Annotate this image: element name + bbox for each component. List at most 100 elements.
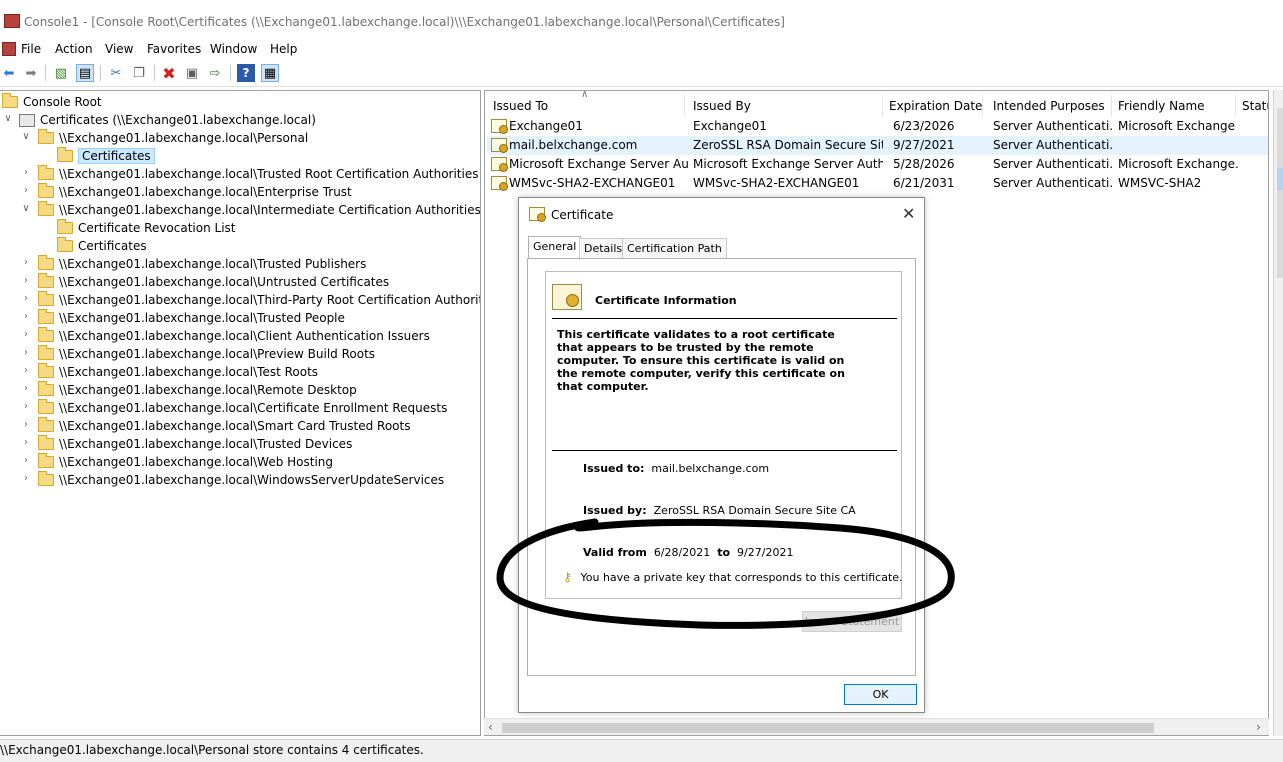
tree-store-item[interactable]: \\Exchange01.labexchange.local\Trusted D…: [38, 435, 352, 453]
tree-store-item[interactable]: \\Exchange01.labexchange.local\Personal: [38, 129, 308, 147]
cell-issued-to: mail.belxchange.com: [509, 138, 638, 152]
chevron-right-icon[interactable]: ›: [20, 383, 32, 394]
chevron-down-icon[interactable]: ∨: [20, 131, 32, 142]
tree-store-item[interactable]: \\Exchange01.labexchange.local\Intermedi…: [38, 201, 481, 219]
tree-store-item[interactable]: \\Exchange01.labexchange.local\Smart Car…: [38, 417, 410, 435]
menu-favorites[interactable]: Favorites: [147, 42, 201, 56]
chevron-right-icon[interactable]: ›: [20, 293, 32, 304]
menu-file[interactable]: File: [21, 42, 41, 56]
tree-store-item[interactable]: \\Exchange01.labexchange.local\Enterpris…: [38, 183, 352, 201]
folder-icon: [38, 453, 54, 468]
tree-certificates-node[interactable]: Certificates (\\Exchange01.labexchange.l…: [19, 111, 316, 129]
tree-subitem[interactable]: Certificates: [57, 147, 155, 165]
tree-subitem[interactable]: Certificates: [57, 237, 147, 255]
tree-label: \\Exchange01.labexchange.local\Trusted R…: [59, 167, 479, 181]
issuer-statement-button[interactable]: Issuer Statement: [802, 611, 902, 632]
cell-expiration: 9/27/2021: [893, 138, 955, 152]
table-row[interactable]: mail.belxchange.com ZeroSSL RSA Domain Se…: [487, 136, 1268, 155]
tree-store-item[interactable]: \\Exchange01.labexchange.local\Third-Par…: [38, 291, 480, 309]
folder-icon: [57, 147, 73, 162]
chevron-down-icon[interactable]: ∨: [20, 203, 32, 214]
table-row[interactable]: WMSvc-SHA2-EXCHANGE01 WMSvc-SHA2-EXCHANGE…: [487, 174, 1268, 193]
help-icon[interactable]: ?: [237, 64, 255, 82]
tab-general[interactable]: General: [528, 236, 582, 259]
column-status[interactable]: Statu: [1236, 95, 1268, 117]
back-arrow-icon[interactable]: ⬅: [0, 64, 18, 82]
copy-icon[interactable]: ❐: [130, 64, 148, 82]
chevron-right-icon[interactable]: ›: [20, 329, 32, 340]
tree-store-item[interactable]: \\Exchange01.labexchange.local\Certifica…: [38, 399, 447, 417]
export-list-icon[interactable]: ⇨: [206, 64, 224, 82]
scroll-right-icon[interactable]: ›: [1256, 720, 1261, 734]
menu-action[interactable]: Action: [55, 42, 93, 56]
column-friendly-name[interactable]: Friendly Name: [1112, 95, 1236, 117]
close-icon[interactable]: ✕: [902, 204, 915, 223]
column-expiration-date[interactable]: Expiration Date: [883, 95, 983, 117]
tree-label: Certificates: [78, 148, 155, 164]
show-hide-tree-icon[interactable]: ▤: [76, 64, 94, 82]
private-key-note: ⚷ You have a private key that correspond…: [563, 570, 903, 584]
title-bar: Console1 - [Console Root\Certificates (\…: [0, 0, 1283, 42]
tree-label: \\Exchange01.labexchange.local\Intermedi…: [59, 203, 481, 217]
valid-to-label: to: [717, 546, 731, 559]
table-row[interactable]: Microsoft Exchange Server Aut... Microsof…: [487, 155, 1268, 174]
tree-store-item[interactable]: \\Exchange01.labexchange.local\Trusted R…: [38, 165, 478, 183]
menu-help[interactable]: Help: [270, 42, 297, 56]
cell-friendly-name: WMSVC-SHA2: [1118, 176, 1202, 190]
tree-store-item[interactable]: \\Exchange01.labexchange.local\Remote De…: [38, 381, 357, 399]
horizontal-scrollbar[interactable]: ‹ ›: [484, 718, 1269, 735]
console-icon[interactable]: [2, 42, 16, 56]
folder-icon: [38, 309, 54, 324]
tree-subitem[interactable]: Certificate Revocation List: [57, 219, 236, 237]
tree-store-item[interactable]: \\Exchange01.labexchange.local\Preview B…: [38, 345, 375, 363]
tab-certification-path[interactable]: Certification Path: [622, 238, 727, 258]
key-icon: ⚷: [563, 570, 572, 584]
column-issued-to[interactable]: Issued To: [487, 95, 685, 117]
show-action-pane-icon[interactable]: ▦: [261, 64, 279, 82]
chevron-right-icon[interactable]: ›: [20, 455, 32, 466]
menu-window[interactable]: Window: [210, 42, 257, 56]
column-intended-purposes[interactable]: Intended Purposes: [987, 95, 1112, 117]
divider: [552, 318, 897, 319]
chevron-right-icon[interactable]: ›: [20, 167, 32, 178]
chevron-right-icon[interactable]: ›: [20, 185, 32, 196]
chevron-right-icon[interactable]: ›: [20, 473, 32, 484]
tree-store-item[interactable]: \\Exchange01.labexchange.local\Trusted P…: [38, 309, 345, 327]
chevron-right-icon[interactable]: ›: [20, 365, 32, 376]
chevron-right-icon[interactable]: ›: [20, 347, 32, 358]
valid-from-value: 6/28/2021: [653, 546, 711, 559]
menu-view[interactable]: View: [105, 42, 133, 56]
table-row[interactable]: Exchange01 Exchange01 6/23/2026 Server Auth…: [487, 117, 1268, 136]
chevron-right-icon[interactable]: ›: [20, 311, 32, 322]
chevron-down-icon[interactable]: ∨: [2, 113, 14, 124]
scroll-thumb[interactable]: [1277, 108, 1283, 278]
ok-button[interactable]: OK: [844, 684, 917, 705]
chevron-right-icon[interactable]: ›: [20, 401, 32, 412]
cut-icon[interactable]: ✂: [107, 64, 125, 82]
tree-console-root[interactable]: Console Root: [2, 93, 102, 111]
chevron-right-icon[interactable]: ›: [20, 419, 32, 430]
tree-label: \\Exchange01.labexchange.local\Personal: [59, 131, 309, 145]
forward-arrow-icon[interactable]: ➡: [22, 64, 40, 82]
tree-store-item[interactable]: \\Exchange01.labexchange.local\Web Hosti…: [38, 453, 333, 471]
tree-label: Console Root: [23, 95, 102, 109]
up-one-level-icon[interactable]: ▧: [52, 64, 70, 82]
column-issued-by[interactable]: Issued By: [687, 95, 883, 117]
tree-store-item[interactable]: \\Exchange01.labexchange.local\Client Au…: [38, 327, 430, 345]
actions-pane-edge[interactable]: [1273, 90, 1283, 736]
chevron-right-icon[interactable]: ›: [20, 257, 32, 268]
hscroll-thumb[interactable]: [502, 723, 1154, 733]
dialog-title: Certificate: [551, 208, 614, 222]
scroll-left-icon[interactable]: ‹: [488, 720, 493, 734]
tree-store-item[interactable]: \\Exchange01.labexchange.local\Test Root…: [38, 363, 318, 381]
properties-icon[interactable]: ▣: [183, 64, 201, 82]
chevron-right-icon[interactable]: ›: [20, 437, 32, 448]
chevron-right-icon[interactable]: ›: [20, 275, 32, 286]
tab-details[interactable]: Details: [579, 238, 628, 258]
tree-store-item[interactable]: \\Exchange01.labexchange.local\WindowsSe…: [38, 471, 444, 489]
folder-icon: [38, 291, 54, 306]
delete-x-icon[interactable]: ✖: [160, 64, 178, 83]
tree-store-item[interactable]: \\Exchange01.labexchange.local\Untrusted…: [38, 273, 389, 291]
toolbar-separator: [100, 65, 101, 81]
tree-store-item[interactable]: \\Exchange01.labexchange.local\Trusted P…: [38, 255, 366, 273]
